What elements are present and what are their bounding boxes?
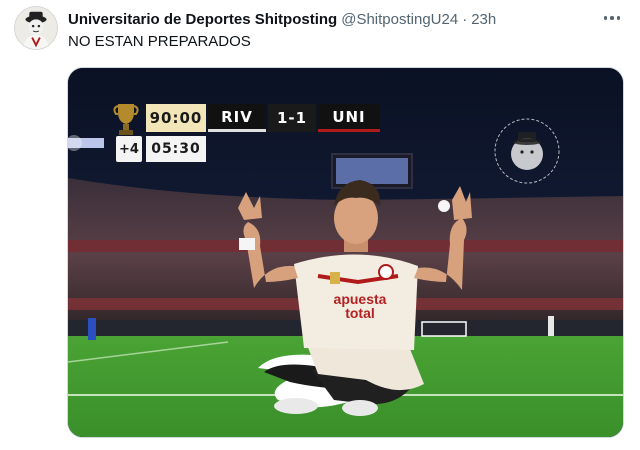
match-clock: 90:00: [146, 104, 206, 132]
author-handle[interactable]: @ShitpostingU24: [341, 11, 458, 28]
home-team: RIV: [208, 104, 266, 132]
jersey-sponsor-line1: apuesta: [333, 291, 387, 307]
tweet-timestamp[interactable]: 23h: [471, 11, 496, 28]
away-team: UNI: [318, 104, 380, 132]
added-time: +4: [116, 136, 142, 162]
trophy-icon: [113, 104, 139, 135]
more-horizontal-icon[interactable]: [600, 8, 624, 28]
separator-dot: ·: [462, 10, 468, 28]
author-avatar[interactable]: [14, 6, 58, 50]
tweet-text: NO ESTAN PREPARADOS: [68, 33, 251, 50]
jersey-sponsor-text: apuesta total: [330, 292, 390, 320]
distant-player: [88, 318, 96, 340]
author-display-name[interactable]: Universitario de Deportes Shitposting: [68, 11, 337, 28]
more-dot: [616, 16, 621, 20]
more-dot: [610, 16, 614, 20]
tweet[interactable]: Universitario de Deportes Shitposting @S…: [0, 0, 640, 450]
distant-player: [548, 316, 554, 336]
tweet-header: Universitario de Deportes Shitposting @S…: [68, 9, 496, 29]
more-dot: [603, 16, 608, 20]
avatar-image: [15, 7, 57, 49]
tweet-media-image[interactable]: apuesta total 90:00 RIV 1-1 UNI +4 05:30: [67, 67, 624, 438]
jersey-sponsor-line2: total: [345, 305, 375, 321]
match-score: 1-1: [268, 104, 316, 132]
stoppage-clock: 05:30: [146, 136, 206, 162]
stadium-screen-display: [336, 158, 408, 184]
watermark-logo: [494, 118, 560, 184]
